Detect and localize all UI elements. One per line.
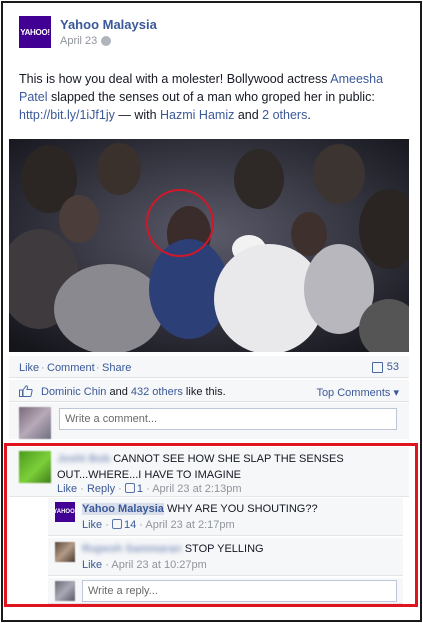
likes-summary: Dominic Chin and 432 others like this. T…: [9, 380, 409, 402]
reply-compose-row: Write a reply...: [48, 578, 403, 604]
top-comments-dropdown[interactable]: Top Comments ▾: [316, 386, 399, 399]
commenter-avatar[interactable]: [19, 451, 51, 483]
thumbs-up-icon: [19, 385, 33, 397]
globe-icon: [101, 36, 112, 46]
share-button[interactable]: Share: [102, 362, 131, 374]
yahoo-reply-avatar[interactable]: YAHOO!: [53, 502, 77, 522]
post-actions-bar: Like · Comment · Share 53: [9, 356, 409, 378]
share-icon: [371, 361, 383, 373]
reply-author[interactable]: Yahoo Malaysia: [82, 503, 164, 515]
comment-input[interactable]: Write a comment...: [59, 408, 397, 430]
current-user-avatar: [19, 407, 51, 439]
commenter-name[interactable]: Joshi Bob: [57, 451, 110, 467]
reply-thread: YAHOO! Yahoo Malaysia WHY ARE YOU SHOUTI…: [48, 498, 403, 604]
post-date: April 23: [60, 35, 112, 47]
post-link[interactable]: http://bit.ly/1iJf1jy: [19, 108, 115, 122]
comment-meta: Like · Reply · 1 · April 23 at 2:13pm: [57, 483, 242, 495]
comment-button[interactable]: Comment: [47, 362, 95, 374]
reply-like-button[interactable]: Like: [82, 519, 102, 531]
liker-name[interactable]: Dominic Chin: [41, 386, 106, 398]
reply-like-button[interactable]: Like: [82, 559, 102, 571]
current-user-avatar: [55, 581, 75, 601]
reply-timestamp[interactable]: April 23 at 2:17pm: [145, 519, 234, 531]
crowd-photo-graphic: [9, 139, 409, 352]
reply-text: STOP YELLING: [184, 543, 264, 555]
comment-compose-row: Write a comment...: [9, 403, 409, 439]
comment-like-count[interactable]: 1: [137, 483, 143, 495]
reply-text: WHY ARE YOU SHOUTING??: [167, 503, 318, 515]
post-photo[interactable]: [9, 139, 409, 352]
comment-reply-button[interactable]: Reply: [87, 483, 115, 495]
reply-item: Rupesh Sammaran STOP YELLING Like · Apri…: [48, 538, 403, 576]
comment-like-button[interactable]: Like: [57, 483, 77, 495]
post-message: This is how you deal with a molester! Bo…: [19, 72, 384, 122]
page-name-link[interactable]: Yahoo Malaysia: [60, 17, 157, 32]
share-count[interactable]: 53: [371, 361, 399, 373]
reply-author[interactable]: Rupesh Sammaran: [82, 543, 182, 555]
post-date-link[interactable]: April 23: [60, 35, 97, 47]
comment-timestamp[interactable]: April 23 at 2:13pm: [152, 483, 241, 495]
mention-others[interactable]: 2 others: [262, 108, 307, 122]
comment-item: Joshi Bob CANNOT SEE HOW SHE SLAP THE SE…: [9, 447, 409, 497]
page-avatar[interactable]: YAHOO!: [19, 16, 51, 48]
like-count-icon: [111, 519, 122, 529]
reply-item: YAHOO! Yahoo Malaysia WHY ARE YOU SHOUTI…: [48, 498, 403, 536]
likers-others[interactable]: 432 others: [131, 386, 183, 398]
like-count-icon: [124, 483, 135, 493]
reply-input[interactable]: Write a reply...: [82, 580, 397, 602]
replier-avatar[interactable]: [55, 542, 75, 562]
reply-like-count[interactable]: 14: [124, 519, 136, 531]
reply-timestamp[interactable]: April 23 at 10:27pm: [111, 559, 206, 571]
mention-hazmi[interactable]: Hazmi Hamiz: [160, 108, 234, 122]
like-button[interactable]: Like: [19, 362, 39, 374]
